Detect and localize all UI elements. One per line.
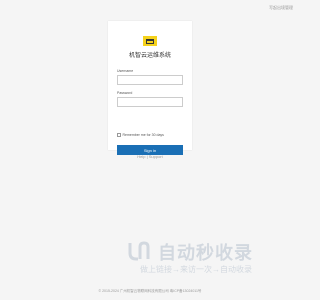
help-links[interactable]: Help | Support: [0, 154, 300, 159]
watermark-logo-icon: [128, 241, 150, 261]
password-field[interactable]: [117, 97, 183, 107]
brand-logo: [143, 36, 157, 46]
login-title: 机智云运维系统: [128, 53, 171, 59]
top-right-link[interactable]: 写起出境管理: [269, 5, 293, 11]
password-label: Password: [117, 91, 133, 95]
remember-me[interactable]: Remember me for 30 days: [117, 133, 164, 137]
watermark-subtitle: 做上链接→来访一次→自动收录: [140, 265, 252, 274]
watermark-title: 自动秒收录: [158, 243, 253, 263]
username-field[interactable]: [117, 75, 183, 85]
watermark: 自动秒收录 做上链接→来访一次→自动收录: [118, 238, 283, 278]
username-label: Username: [117, 69, 134, 73]
remember-checkbox[interactable]: [117, 133, 121, 137]
logo-mark-icon: [146, 38, 154, 44]
login-card: 机智云运维系统 Username Password Remember me fo…: [108, 21, 192, 155]
footer-copyright: © 2015-2024 广州机智云物联网科技有限公司 粤ICP备13024011…: [98, 289, 202, 293]
remember-label: Remember me for 30 days: [122, 133, 164, 137]
